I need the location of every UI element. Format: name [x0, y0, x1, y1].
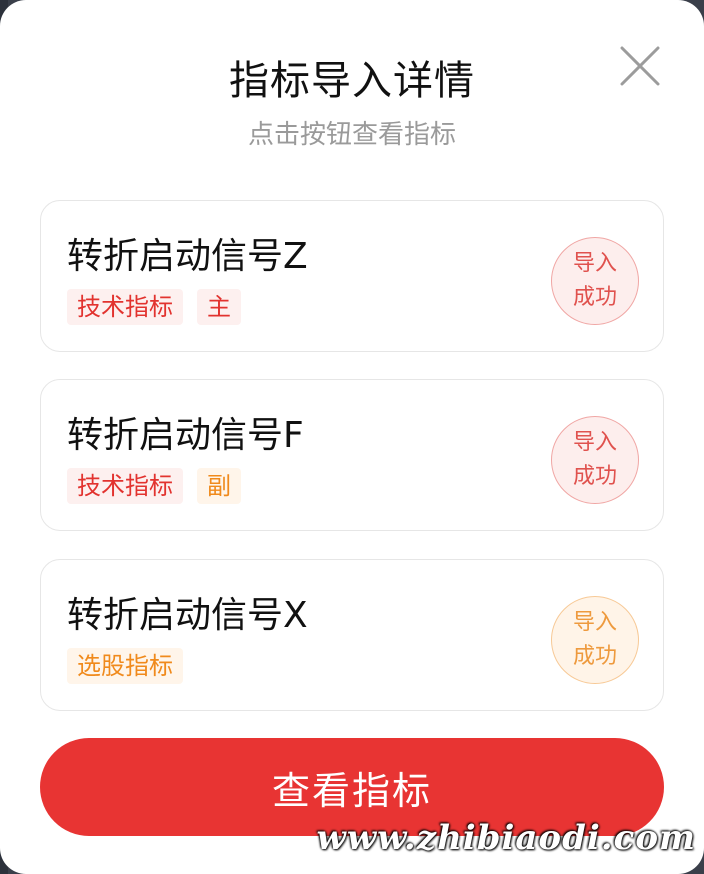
tag-type: 技术指标 — [67, 468, 183, 504]
import-success-stamp: 导入 成功 — [551, 237, 639, 325]
watermark: www.zhibiaodi.com — [316, 818, 696, 858]
import-success-stamp: 导入 成功 — [551, 416, 639, 504]
stamp-line-2: 成功 — [572, 644, 617, 669]
indicator-tags: 技术指标 副 — [67, 468, 241, 504]
import-details-modal: 指标导入详情 点击按钮查看指标 转折启动信号Z 技术指标 主 导入 成功 转折启… — [0, 0, 704, 874]
tag-role: 主 — [197, 289, 241, 325]
stamp-line-2: 成功 — [572, 464, 617, 489]
indicator-card[interactable]: 转折启动信号Z 技术指标 主 导入 成功 — [40, 200, 664, 352]
stamp-line-1: 导入 — [572, 610, 617, 635]
modal-title: 指标导入详情 — [229, 58, 475, 104]
indicator-name: 转折启动信号F — [67, 415, 304, 456]
stamp-line-2: 成功 — [572, 285, 617, 310]
close-icon — [620, 46, 660, 86]
indicator-card[interactable]: 转折启动信号F 技术指标 副 导入 成功 — [40, 379, 664, 531]
import-success-stamp: 导入 成功 — [551, 596, 639, 684]
tag-role: 副 — [197, 468, 241, 504]
close-button[interactable] — [618, 44, 662, 88]
indicator-card[interactable]: 转折启动信号X 选股指标 导入 成功 — [40, 559, 664, 711]
stamp-line-1: 导入 — [572, 251, 617, 276]
stamp-line-1: 导入 — [572, 430, 617, 455]
tag-type: 选股指标 — [67, 648, 183, 684]
indicator-tags: 选股指标 — [67, 648, 183, 684]
indicator-tags: 技术指标 主 — [67, 289, 241, 325]
modal-subtitle: 点击按钮查看指标 — [247, 120, 456, 150]
indicator-name: 转折启动信号Z — [67, 236, 308, 277]
tag-type: 技术指标 — [67, 289, 183, 325]
indicator-name: 转折启动信号X — [67, 595, 308, 636]
